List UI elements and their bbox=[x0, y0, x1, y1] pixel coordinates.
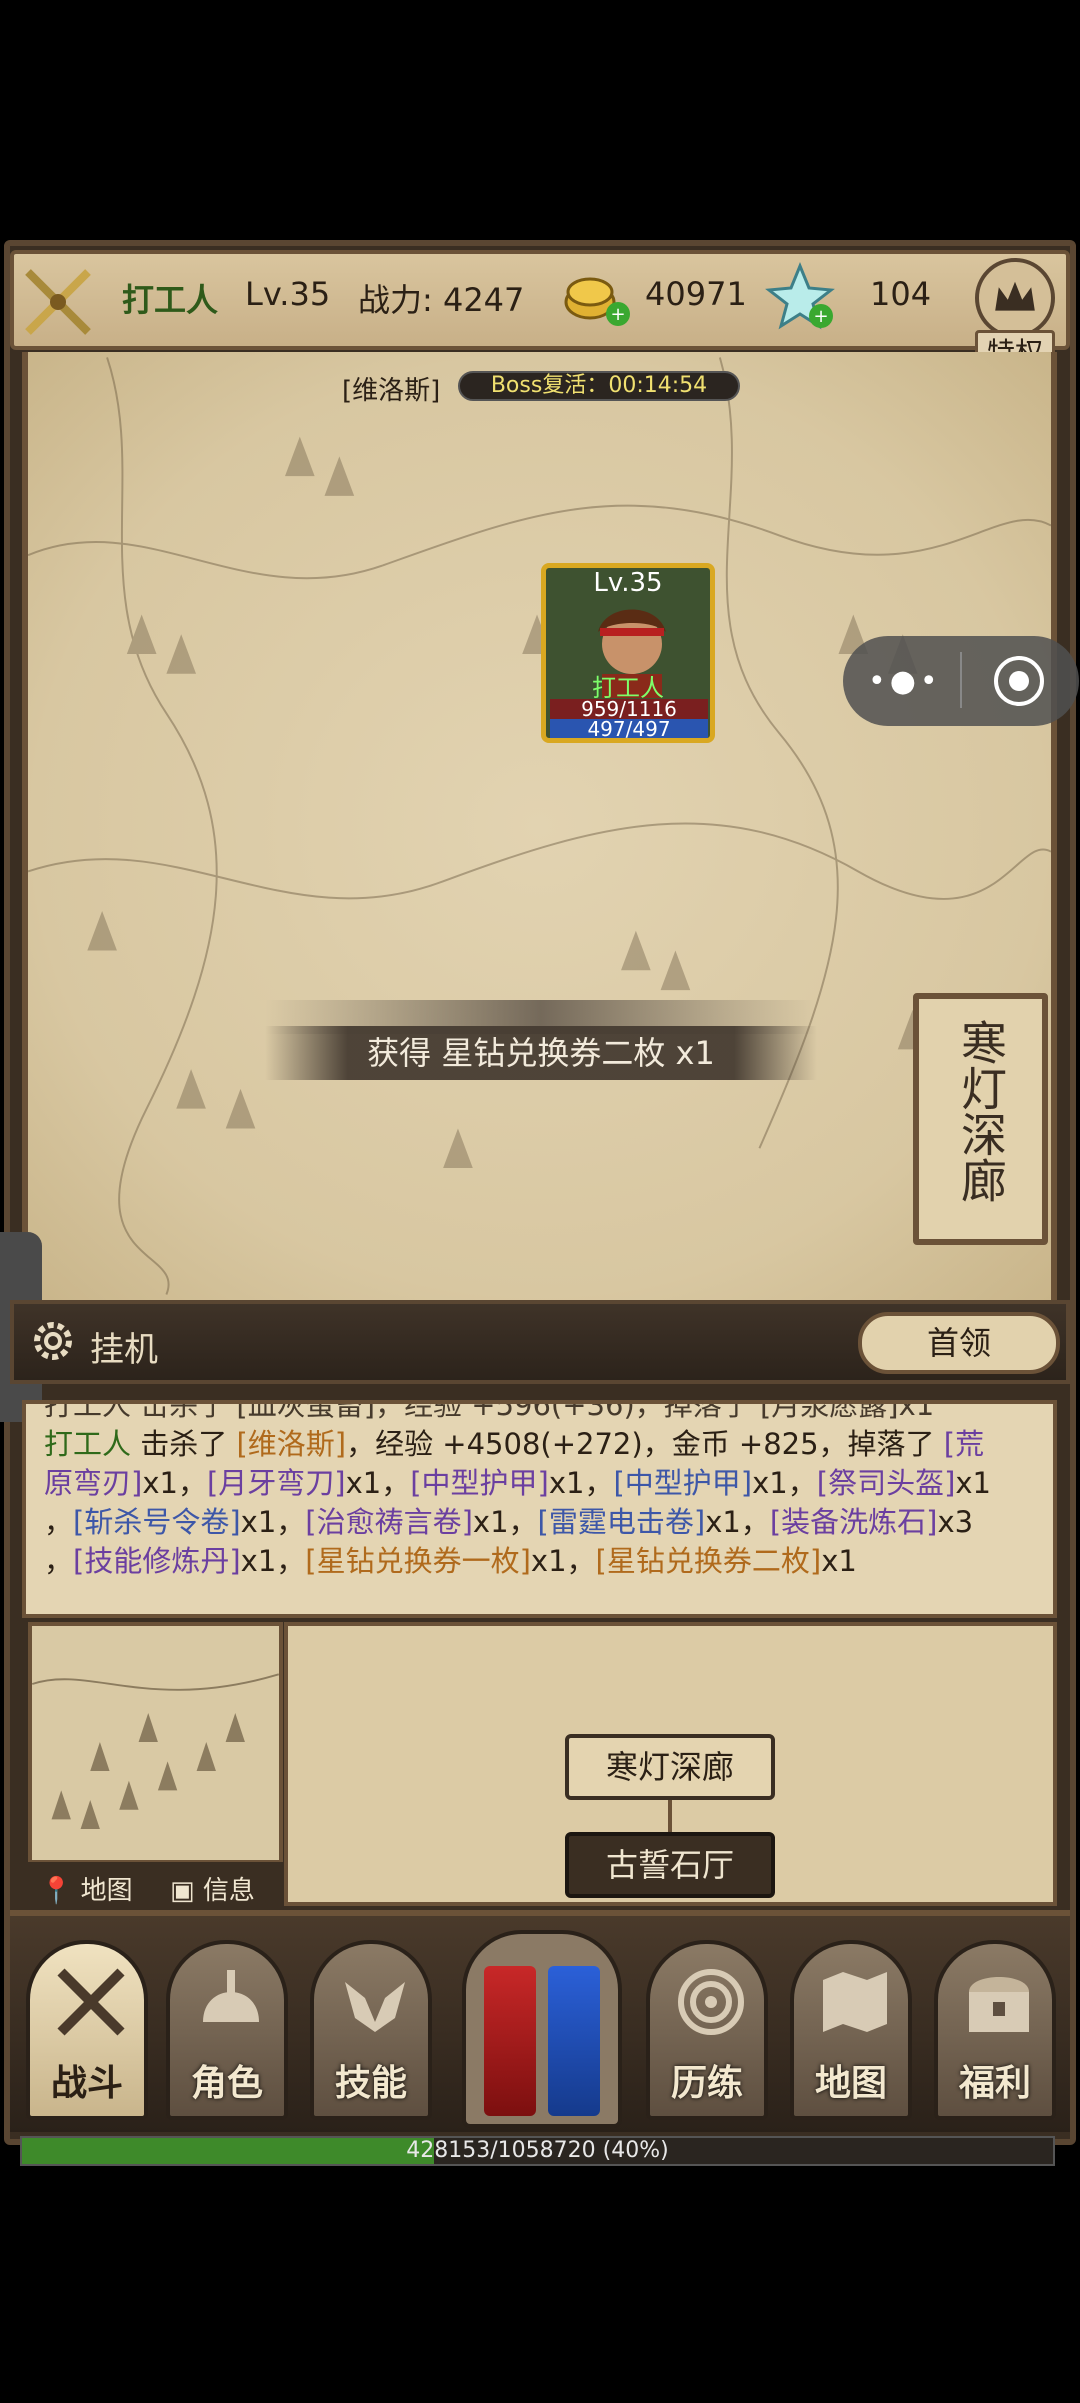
log-line: 原弯刃]x1，[月牙弯刀]x1，[中型护甲]x1，[中型护甲]x1，[祭司头盔]… bbox=[44, 1466, 992, 1500]
map-texture bbox=[28, 357, 1051, 1295]
skill-mask-icon bbox=[345, 1982, 405, 2032]
combat-power: 战力: 4247 bbox=[358, 281, 525, 319]
world-map[interactable] bbox=[22, 352, 1057, 1300]
route-connector bbox=[668, 1800, 672, 1832]
token-level: Lv.35 bbox=[593, 568, 663, 598]
close-target-icon[interactable] bbox=[994, 656, 1044, 706]
token-hp: 959/1116 bbox=[550, 699, 708, 719]
tab-map[interactable]: 📍 地图 bbox=[40, 1870, 133, 1907]
svg-text:+: + bbox=[610, 304, 625, 325]
gear-icon[interactable] bbox=[30, 1318, 76, 1364]
gem-amount: 104 bbox=[870, 275, 932, 313]
player-level: Lv.35 bbox=[245, 275, 331, 313]
player-name: 打工人 bbox=[122, 281, 219, 319]
tab-info[interactable]: ▣ 信息 bbox=[170, 1870, 255, 1907]
svg-text:+: + bbox=[813, 306, 828, 327]
map-icon bbox=[823, 1972, 887, 2032]
log-line: ，[斩杀号令卷]x1，[治愈祷言卷]x1，[雷霆电击卷]x1，[装备洗炼石]x3 bbox=[44, 1505, 974, 1539]
gold-coin-icon[interactable]: + bbox=[560, 268, 632, 328]
mp-potion[interactable] bbox=[548, 1966, 600, 2116]
star-gem-icon[interactable]: + bbox=[765, 262, 835, 332]
nav-training[interactable]: 历练 bbox=[646, 1940, 768, 2120]
log-line-faded: 打工人 击杀了 [皿灰蛋畜]，经验 +596(+36)，掉落了 [月泉愿露]x1 bbox=[44, 1400, 935, 1422]
hp-potion[interactable] bbox=[484, 1966, 536, 2116]
spiral-icon bbox=[678, 1969, 744, 2035]
location-name: [维洛斯] bbox=[342, 376, 441, 406]
dungeon-sign-label: 寒灯深廊 bbox=[954, 1019, 1008, 1203]
treasure-chest-icon bbox=[969, 1977, 1029, 2032]
nav-map[interactable]: 地图 bbox=[790, 1940, 912, 2120]
exp-text: 428153/1058720 (40%) bbox=[406, 2138, 669, 2163]
token-mp: 497/497 bbox=[550, 719, 708, 738]
nav-welfare[interactable]: 福利 bbox=[934, 1940, 1056, 2120]
capsule-divider bbox=[960, 652, 962, 708]
player-token[interactable]: Lv.35 打工人 959/1116 497/497 bbox=[541, 563, 715, 743]
boss-button[interactable]: 首领 bbox=[858, 1312, 1060, 1374]
crown-icon[interactable] bbox=[975, 258, 1055, 338]
mini-map-texture bbox=[32, 1673, 279, 1830]
log-line: 打工人 击杀了 [维洛斯]，经验 +4508(+272)，金币 +825，掉落了… bbox=[44, 1427, 985, 1461]
idle-label: 挂机 bbox=[90, 1330, 158, 1370]
mini-map[interactable] bbox=[28, 1622, 283, 1864]
boss-respawn-timer: Boss复活：00:14:54 bbox=[458, 371, 740, 401]
log-line: ，[技能修炼丹]x1，[星钻兑换券一枚]x1，[星钻兑换券二枚]x1 bbox=[44, 1544, 857, 1578]
nav-battle[interactable]: 战斗 bbox=[26, 1940, 148, 2120]
sword-emblem-icon bbox=[25, 269, 91, 335]
nav-character[interactable]: 角色 bbox=[166, 1940, 288, 2120]
route-button-cold-lamp-corridor[interactable]: 寒灯深廊 bbox=[565, 1734, 775, 1800]
helmet-icon bbox=[203, 1970, 259, 2022]
dungeon-sign[interactable]: 寒灯深廊 bbox=[913, 993, 1048, 1245]
route-button-ancient-oath-hall[interactable]: 古誓石厅 bbox=[565, 1832, 775, 1898]
more-dots-icon[interactable]: •●• bbox=[868, 664, 942, 699]
battle-log: 打工人 击杀了 [皿灰蛋畜]，经验 +596(+36)，掉落了 [月泉愿露]x1… bbox=[22, 1400, 1057, 1618]
crossed-swords-icon bbox=[57, 1968, 125, 2036]
reward-toast: 获得 星钻兑换券二枚 x1 bbox=[265, 1026, 817, 1080]
gold-amount: 40971 bbox=[645, 275, 747, 313]
nav-skills[interactable]: 技能 bbox=[310, 1940, 432, 2120]
